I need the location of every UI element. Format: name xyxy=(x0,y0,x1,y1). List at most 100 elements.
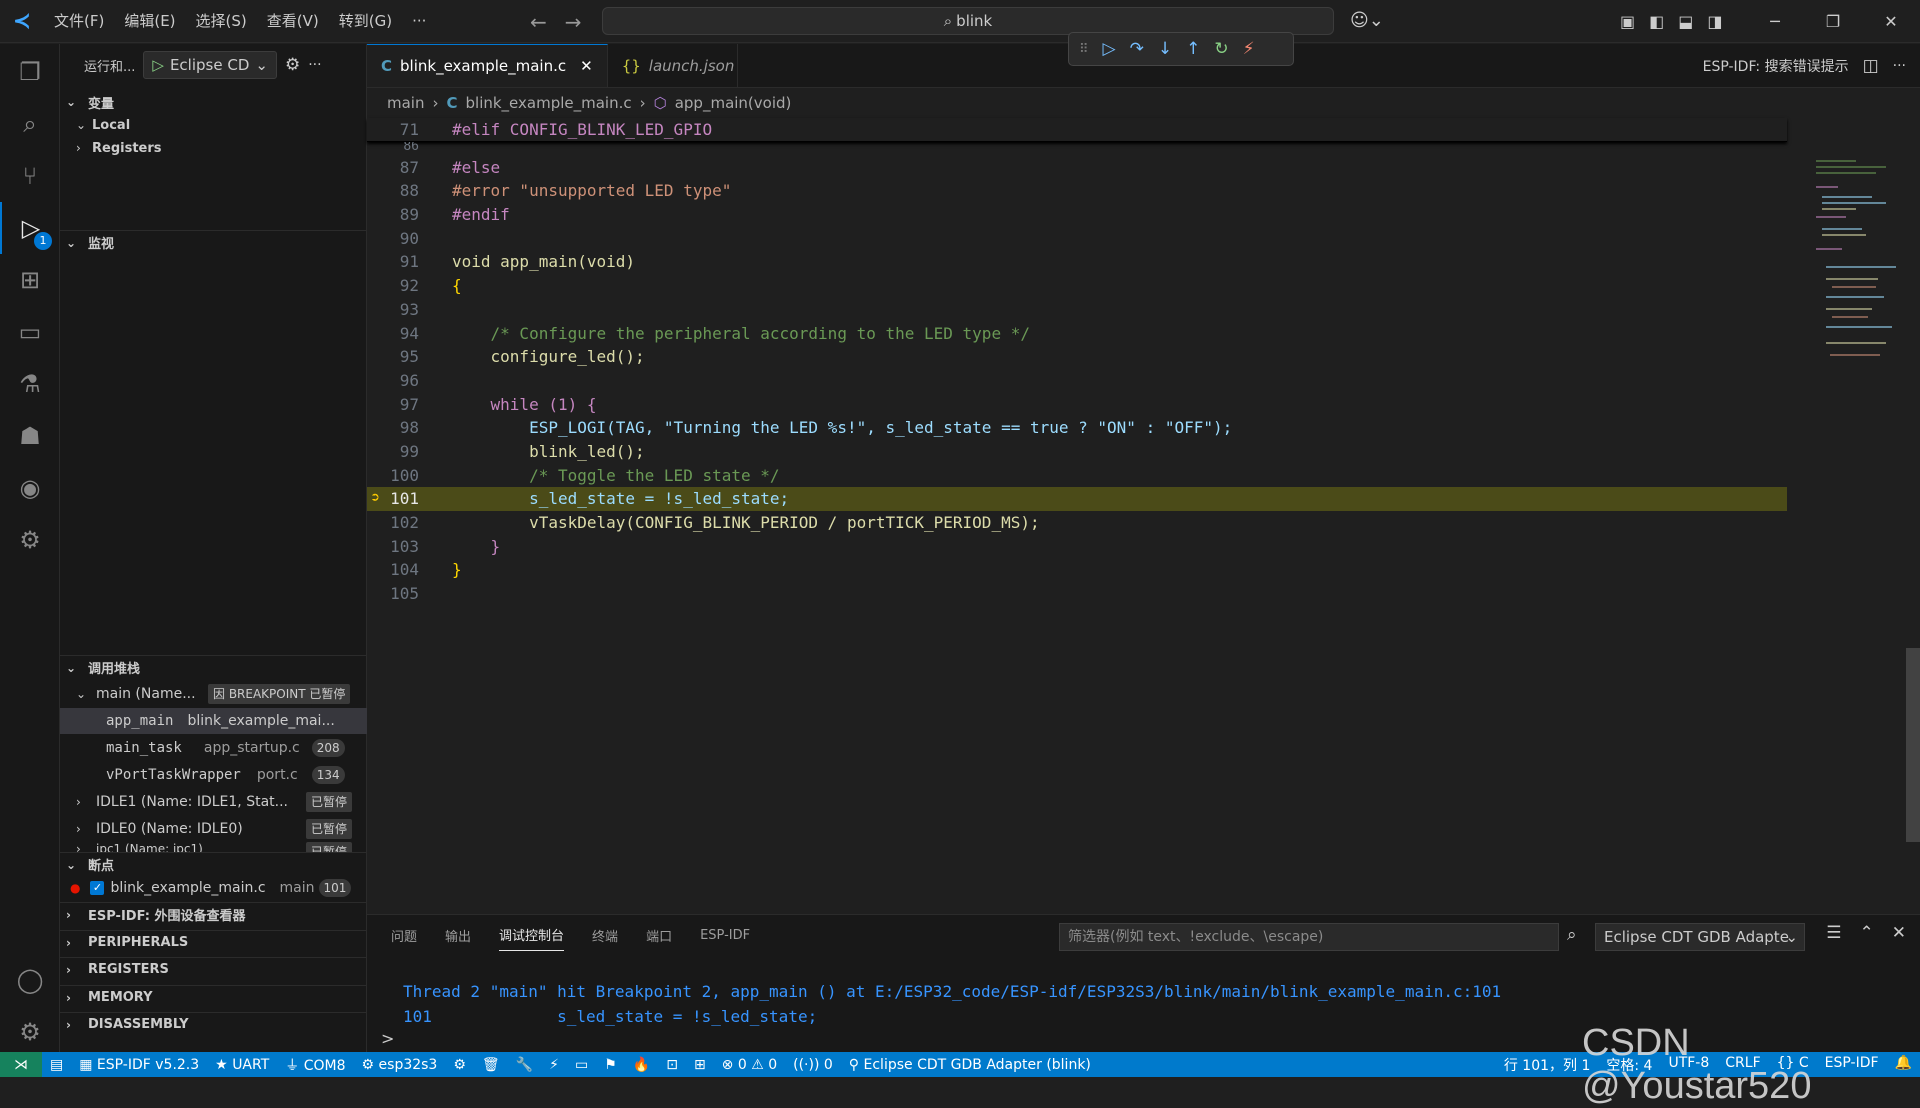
variables-registers[interactable]: › Registers xyxy=(60,135,367,161)
ports-status[interactable]: ((·)) 0 xyxy=(785,1057,841,1073)
restore-icon[interactable]: ❐ xyxy=(1804,0,1862,43)
more-actions-icon[interactable]: ··· xyxy=(308,57,321,73)
code-line[interactable]: 104} xyxy=(367,558,1787,582)
source-control-icon[interactable]: ⑂ xyxy=(0,150,60,202)
code-line[interactable]: 98 ESP_LOGI(TAG, "Turning the LED %s!", … xyxy=(367,416,1787,440)
code-line[interactable]: 103 } xyxy=(367,535,1787,559)
watch-section[interactable]: ⌄ 监视 xyxy=(60,230,367,254)
debug-console-filter-input[interactable]: 筛选器(例如 text、!exclude、\escape) xyxy=(1059,923,1559,951)
status-target[interactable]: ⚙ esp32s3 xyxy=(354,1057,446,1073)
breadcrumb-folder[interactable]: main xyxy=(387,94,424,112)
drag-handle-icon[interactable]: ⠿ xyxy=(1079,42,1089,57)
code-line[interactable]: 105 xyxy=(367,582,1787,606)
thread-ipc1[interactable]: › ipc1 (Name: ipc1) 已暂停 xyxy=(60,842,367,852)
thread-idle1[interactable]: › IDLE1 (Name: IDLE1, Stat... 已暂停 xyxy=(60,789,367,815)
customize-layout-icon[interactable]: ▣ xyxy=(1620,12,1635,31)
platformio-icon[interactable]: ☗ xyxy=(0,410,60,462)
step-into-icon[interactable]: ↓ xyxy=(1158,39,1172,59)
tab-esp-idf[interactable]: ESP-IDF xyxy=(700,928,750,943)
start-debug-icon[interactable]: ▷ xyxy=(152,56,164,74)
thread-main[interactable]: ⌄ main (Name... 因 BREAKPOINT 已暂停 xyxy=(60,681,367,707)
tab-ports[interactable]: 端口 xyxy=(646,926,672,945)
variables-section[interactable]: ⌄ 变量 xyxy=(60,90,367,114)
menu-selection[interactable]: 选择(S) xyxy=(186,0,257,43)
monitor-icon[interactable]: ▭ xyxy=(567,1057,596,1073)
code-line[interactable]: 92 { xyxy=(367,274,1787,298)
code-line[interactable]: 97 while (1) { xyxy=(367,393,1787,417)
toggle-panel-icon[interactable]: ⬓ xyxy=(1678,12,1693,31)
code-line[interactable]: 86 xyxy=(367,142,1787,156)
registers-section[interactable]: › REGISTERS xyxy=(60,957,367,981)
settings-gear-icon[interactable]: ⚙ xyxy=(0,1006,60,1058)
testing-icon[interactable]: ⚗ xyxy=(0,358,60,410)
open-launch-json-icon[interactable]: ⚙ xyxy=(285,55,300,75)
close-tab-icon[interactable]: ✕ xyxy=(580,57,593,75)
status-idf-version[interactable]: ▦ ESP-IDF v5.2.3 xyxy=(71,1057,207,1073)
toggle-primary-sidebar-icon[interactable]: ◧ xyxy=(1649,12,1664,31)
idf-folder-icon[interactable]: ▤ xyxy=(42,1057,71,1073)
code-line[interactable]: 93 xyxy=(367,298,1787,322)
sticky-scroll-line[interactable]: 71 #elif CONFIG_BLINK_LED_GPIO xyxy=(367,118,1787,142)
debug-status-icon[interactable]: ⚑ xyxy=(596,1057,625,1073)
sdk-config-icon[interactable]: ⚙ xyxy=(445,1057,474,1073)
copilot-icon[interactable]: ☺⌄ xyxy=(1350,10,1384,31)
editor-vertical-scrollbar[interactable] xyxy=(1906,648,1920,842)
idf-terminal-icon[interactable]: ⊡ xyxy=(658,1057,686,1073)
menu-more[interactable]: ··· xyxy=(402,0,436,43)
stack-frame-vport[interactable]: vPortTaskWrapper port.c 134 xyxy=(60,762,367,788)
restart-icon[interactable]: ↻ xyxy=(1214,39,1228,59)
tab-blink-example-main[interactable]: C blink_example_main.c ✕ xyxy=(367,44,608,87)
remote-explorer-icon[interactable]: ▭ xyxy=(0,306,60,358)
close-panel-icon[interactable]: ✕ xyxy=(1892,923,1906,943)
clear-console-icon[interactable]: ☰ xyxy=(1826,923,1841,943)
stack-frame-main-task[interactable]: main_task app_startup.c 208 xyxy=(60,735,367,761)
disassembly-section[interactable]: › DISASSEMBLY xyxy=(60,1012,367,1036)
esp-idf-error-hints-button[interactable]: ESP-IDF: 搜索错误提示 xyxy=(1703,56,1849,76)
thread-idle0[interactable]: › IDLE0 (Name: IDLE0) 已暂停 xyxy=(60,816,367,842)
menu-edit[interactable]: 编辑(E) xyxy=(114,0,185,43)
build-flash-monitor-icon[interactable]: 🔥 xyxy=(625,1057,658,1073)
idf-explorer-icon[interactable]: ⚙ xyxy=(0,514,60,566)
build-icon[interactable]: 🔧 xyxy=(508,1057,541,1073)
code-line[interactable]: 94 /* Configure the peripheral according… xyxy=(367,322,1787,346)
code-line[interactable]: 99 blink_led(); xyxy=(367,440,1787,464)
step-out-icon[interactable]: ↑ xyxy=(1186,39,1200,59)
code-line[interactable]: 87 #else xyxy=(367,156,1787,180)
filter-search-icon[interactable]: ⌕ xyxy=(1567,925,1577,945)
status-port[interactable]: ⏚ COM8 xyxy=(277,1055,353,1075)
tab-launch-json[interactable]: {} launch.json xyxy=(608,44,738,87)
toggle-secondary-sidebar-icon[interactable]: ◨ xyxy=(1707,12,1722,31)
debug-session-select[interactable]: Eclipse CDT GDB Adapte ⌄ xyxy=(1595,923,1805,951)
back-arrow-icon[interactable]: ← xyxy=(530,10,547,34)
remote-indicator-icon[interactable]: ⋊ xyxy=(0,1052,42,1077)
tab-terminal[interactable]: 终端 xyxy=(592,926,618,945)
editor-more-icon[interactable]: ··· xyxy=(1893,58,1906,74)
command-center-search[interactable]: ⌕ blink xyxy=(602,7,1334,35)
menu-file[interactable]: 文件(F) xyxy=(44,0,114,43)
minimap[interactable] xyxy=(1812,156,1902,366)
debug-adapter-status[interactable]: ⚲ Eclipse CDT GDB Adapter (blink) xyxy=(841,1057,1099,1073)
debug-config-select[interactable]: ▷ Eclipse CD ⌄ xyxy=(143,51,277,79)
status-flash-method[interactable]: ★ UART xyxy=(207,1057,277,1073)
breakpoint-checkbox[interactable]: ✓ xyxy=(90,881,105,895)
minimize-icon[interactable]: ─ xyxy=(1746,0,1804,43)
code-line[interactable]: 89 #endif xyxy=(367,203,1787,227)
breadcrumb-file[interactable]: blink_example_main.c xyxy=(466,94,632,112)
peripheral-viewer-section[interactable]: › ESP-IDF: 外围设备查看器 xyxy=(60,902,367,926)
search-view-icon[interactable]: ⌕ xyxy=(0,98,60,150)
code-line[interactable]: 100 /* Toggle the LED state */ xyxy=(367,464,1787,488)
code-editor[interactable]: 71 #elif CONFIG_BLINK_LED_GPIO 86 87 #els… xyxy=(367,118,1787,606)
breadcrumb-symbol[interactable]: app_main(void) xyxy=(675,94,792,112)
forward-arrow-icon[interactable]: → xyxy=(565,10,582,34)
run-debug-icon[interactable]: ▷ 1 xyxy=(0,202,60,254)
flash-icon[interactable]: ⚡ xyxy=(541,1057,567,1073)
stack-frame-app-main[interactable]: app_main blink_example_mai... xyxy=(60,708,367,734)
custom-task-icon[interactable]: ⊞ xyxy=(686,1057,714,1073)
step-over-icon[interactable]: ↷ xyxy=(1130,39,1144,59)
problems-status[interactable]: ⊗ 0 ⚠ 0 xyxy=(714,1057,785,1073)
code-line[interactable]: 88 #error "unsupported LED type" xyxy=(367,179,1787,203)
accounts-icon[interactable]: ◯ xyxy=(0,954,60,1006)
peripherals-section[interactable]: › PERIPHERALS xyxy=(60,930,367,954)
continue-icon[interactable]: ▷ xyxy=(1103,39,1116,59)
close-window-icon[interactable]: ✕ xyxy=(1862,0,1920,43)
